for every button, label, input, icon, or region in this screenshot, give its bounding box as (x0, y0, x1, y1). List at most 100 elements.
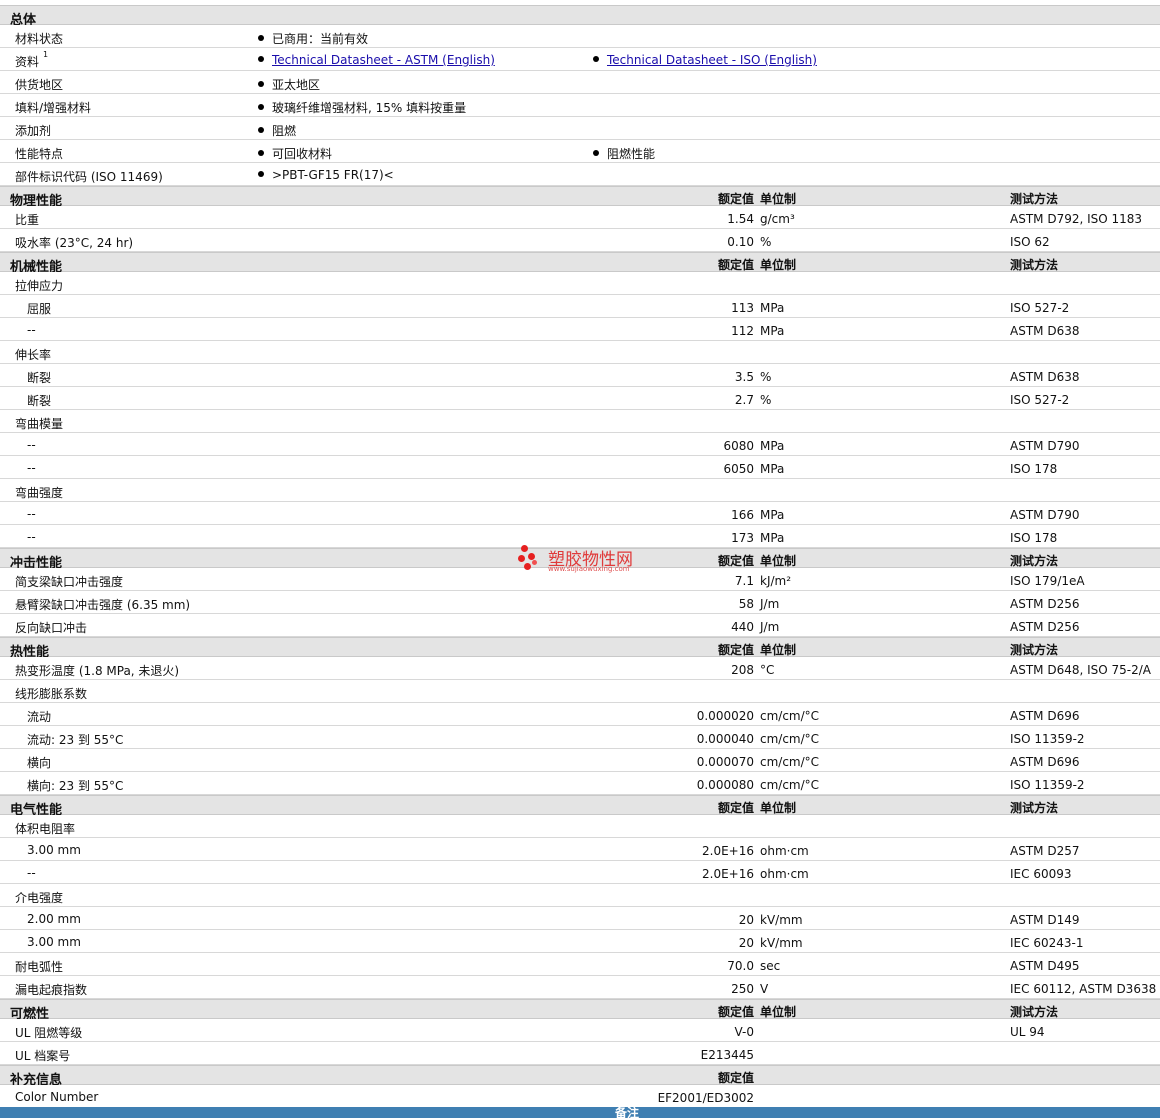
general-label: 供货地区 (15, 78, 64, 92)
property-label: -- (27, 461, 36, 475)
section-header-physical: 物理性能 额定值 单位制 测试方法 (0, 186, 1160, 209)
property-label: 线形膨胀系数 (15, 687, 88, 701)
test-method: ASTM D696 (1010, 755, 1080, 769)
property-unit: sec (760, 959, 781, 973)
general-row: 材料状态 已商用：当前有效 (0, 25, 1160, 48)
property-unit: % (760, 235, 772, 249)
datasheet-link[interactable]: Technical Datasheet - ISO (English) (607, 53, 817, 67)
property-unit: J/m (760, 620, 780, 634)
test-method: ISO 11359-2 (1010, 778, 1085, 792)
property-row: -- 2.0E+16 ohm·cm IEC 60093 (0, 861, 1160, 884)
test-method: ISO 62 (1010, 235, 1050, 249)
property-label: 3.00 mm (27, 843, 81, 857)
property-row: Color Number EF2001/ED3002 (0, 1085, 1160, 1108)
property-value: 173 (731, 531, 754, 545)
property-row: 3.00 mm 20 kV/mm IEC 60243-1 (0, 930, 1160, 953)
bullet-icon (258, 150, 264, 156)
property-unit: V (760, 982, 769, 996)
property-unit: MPa (760, 301, 785, 315)
test-method: ASTM D149 (1010, 913, 1080, 927)
property-unit: °C (760, 663, 775, 677)
test-method: ASTM D495 (1010, 959, 1080, 973)
property-unit: g/cm³ (760, 212, 795, 226)
property-row: 简支梁缺口冲击强度 7.1 kJ/m² ISO 179/1eA (0, 568, 1160, 591)
column-header-value: 额定值 (717, 192, 754, 206)
property-value: 2.7 (734, 393, 754, 407)
property-label: -- (27, 323, 36, 337)
property-unit: MPa (760, 439, 785, 453)
property-label: 流动: 23 到 55°C (27, 733, 124, 747)
property-row: 弯曲模量 (0, 410, 1160, 433)
section-header-flammability: 可燃性 额定值 单位制 测试方法 (0, 999, 1160, 1022)
property-label: -- (27, 530, 36, 544)
bullet-icon (593, 56, 599, 62)
column-header-value: 额定值 (717, 554, 754, 568)
test-method: ISO 178 (1010, 531, 1058, 545)
bullet-item: 阻燃性能 (593, 145, 655, 162)
bullet-icon (258, 56, 264, 62)
property-label: UL 档案号 (15, 1049, 71, 1063)
general-label: 填料/增强材料 (15, 101, 92, 115)
section-header-general: 总体 (0, 5, 1160, 28)
test-method: ASTM D256 (1010, 620, 1080, 634)
property-value: 58 (738, 597, 754, 611)
property-value: 70.0 (727, 959, 754, 973)
column-header-value: 额定值 (717, 1071, 754, 1085)
test-method: ASTM D696 (1010, 709, 1080, 723)
property-value: E213445 (700, 1048, 754, 1062)
property-label: 流动 (27, 710, 52, 724)
property-value: 0.000070 (696, 755, 754, 769)
property-value: 208 (731, 663, 754, 677)
test-method: UL 94 (1010, 1025, 1045, 1039)
general-label: 部件标识代码 (ISO 11469) (15, 170, 163, 184)
property-row: 流动 0.000020 cm/cm/°C ASTM D696 (0, 703, 1160, 726)
property-row: 横向: 23 到 55°C 0.000080 cm/cm/°C ISO 11359-2 (0, 772, 1160, 795)
column-header-method: 测试方法 (1010, 801, 1059, 815)
general-row: 部件标识代码 (ISO 11469) >PBT-GF15 FR(17)< (0, 163, 1160, 186)
property-unit: ohm·cm (760, 844, 809, 858)
property-label: 横向 (27, 756, 52, 770)
property-row: 漏电起痕指数 250 V IEC 60112, ASTM D3638 (0, 976, 1160, 999)
bullet-item: 玻璃纤维增强材料, 15% 填料按重量 (258, 99, 466, 116)
datasheet-link[interactable]: Technical Datasheet - ASTM (English) (272, 53, 495, 67)
section-header-supplement: 补充信息 额定值 (0, 1065, 1160, 1088)
property-label: 悬臂梁缺口冲击强度 (6.35 mm) (15, 598, 191, 612)
bullet-text: 亚太地区 (272, 78, 321, 92)
property-row: -- 166 MPa ASTM D790 (0, 502, 1160, 525)
property-row: 吸水率 (23°C, 24 hr) 0.10% ISO 62 (0, 229, 1160, 252)
datasheet-link-item: Technical Datasheet - ASTM (English) (258, 53, 495, 67)
column-header-unit: 单位制 (760, 1005, 797, 1019)
property-row: UL 阻燃等级 V-0 UL 94 (0, 1019, 1160, 1042)
test-method: IEC 60112, ASTM D3638 (1010, 982, 1157, 996)
bullet-text: 阻燃 (272, 124, 297, 138)
notes-header: 备注 (0, 1107, 1160, 1119)
bullet-icon (593, 150, 599, 156)
property-row: 流动: 23 到 55°C 0.000040 cm/cm/°C ISO 11359-2 (0, 726, 1160, 749)
property-label: UL 阻燃等级 (15, 1026, 83, 1040)
column-header-method: 测试方法 (1010, 643, 1059, 657)
general-label: 添加剂 (15, 124, 52, 138)
general-label: 资料 (15, 55, 40, 69)
datasheet-link-item: Technical Datasheet - ISO (English) (593, 53, 817, 67)
property-row: -- 112 MPa ASTM D638 (0, 318, 1160, 341)
property-unit: MPa (760, 462, 785, 476)
property-unit: MPa (760, 324, 785, 338)
property-value: 0.000040 (696, 732, 754, 746)
footnote-marker: 1 (43, 50, 49, 59)
column-header-value: 额定值 (717, 1005, 754, 1019)
bullet-icon (258, 127, 264, 133)
property-label: 2.00 mm (27, 912, 81, 926)
property-label: 断裂 (27, 371, 52, 385)
property-row: 弯曲强度 (0, 479, 1160, 502)
property-row: 悬臂梁缺口冲击强度 (6.35 mm) 58 J/m ASTM D256 (0, 591, 1160, 614)
property-row: 断裂 3.5% ASTM D638 (0, 364, 1160, 387)
property-value: V-0 (734, 1025, 754, 1039)
test-method: ASTM D257 (1010, 844, 1080, 858)
section-header-impact: 冲击性能 额定值 单位制 测试方法 (0, 548, 1160, 571)
test-method: ISO 527-2 (1010, 393, 1070, 407)
property-label: Color Number (15, 1090, 99, 1104)
bullet-icon (258, 104, 264, 110)
property-value: 2.0E+16 (702, 844, 754, 858)
column-header-value: 额定值 (717, 258, 754, 272)
property-unit: ohm·cm (760, 867, 809, 881)
